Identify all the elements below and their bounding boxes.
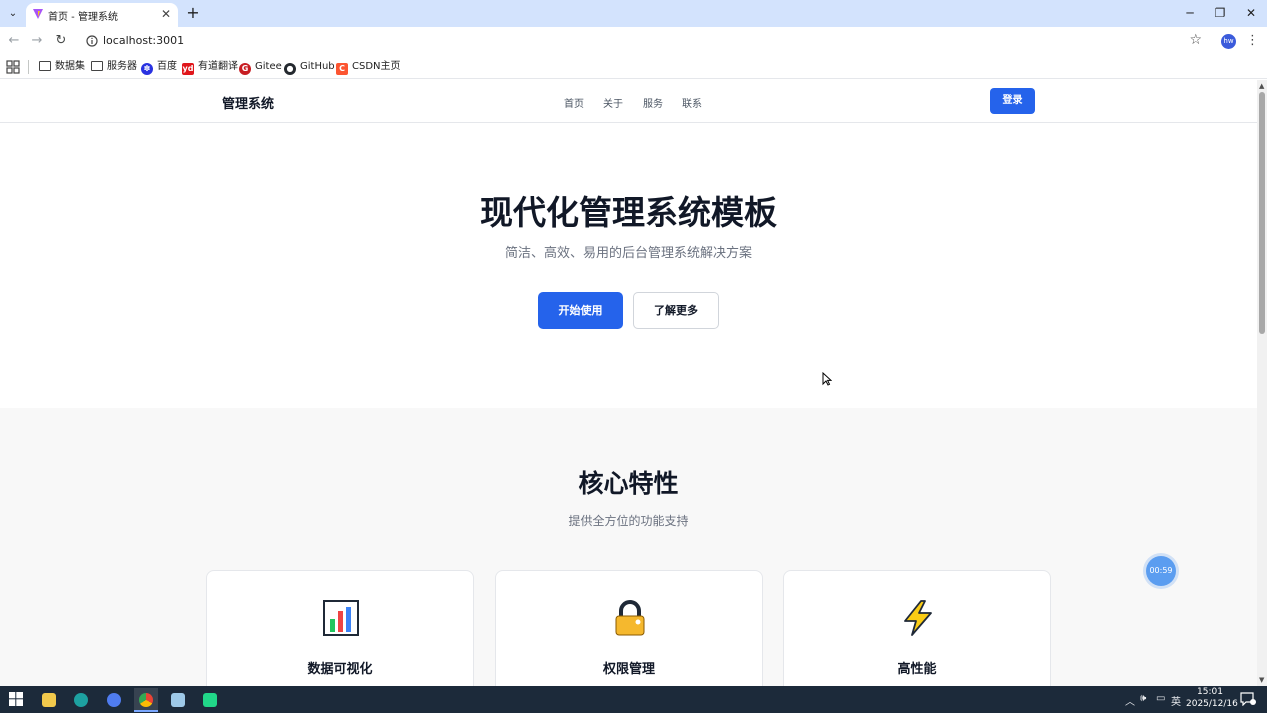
site-header: 管理系统 首页 关于 服务 联系 登录 [0, 80, 1257, 123]
folder-icon [39, 61, 51, 71]
bookmark-label: 百度 [157, 61, 177, 72]
nav-link-home[interactable]: 首页 [564, 95, 584, 110]
volume-icon[interactable]: 🕪 [1140, 693, 1146, 704]
site-info-icon[interactable] [86, 35, 98, 47]
feature-card-title: 高性能 [897, 662, 937, 677]
github-icon: ● [284, 63, 296, 75]
nav-link-contact[interactable]: 联系 [682, 95, 702, 110]
feature-card-performance: 高性能 [783, 570, 1051, 686]
tab-title: 首页 - 管理系统 [48, 12, 118, 23]
folder-icon [91, 61, 103, 71]
network-icon[interactable]: ▭ [1156, 693, 1165, 704]
timer-badge[interactable]: 00:59 [1146, 556, 1176, 586]
learn-more-button[interactable]: 了解更多 [633, 292, 719, 329]
edge-icon [74, 693, 88, 707]
taskbar-app[interactable] [166, 688, 190, 712]
windows-start-icon[interactable] [9, 692, 23, 706]
address-bar[interactable]: localhost:3001 ☆ [78, 29, 1210, 53]
window-restore-icon[interactable]: ❐ [1210, 4, 1230, 22]
bookmark-item[interactable]: yd 有道翻译 [182, 59, 238, 75]
bookmark-item[interactable]: C CSDN主页 [336, 59, 401, 75]
bookmark-label: 服务器 [107, 61, 137, 72]
browser-toolbar: ← → ↻ localhost:3001 ☆ [0, 27, 1267, 55]
features-title: 核心特性 [578, 469, 679, 498]
tab-close-icon[interactable]: ✕ [158, 6, 174, 22]
browser-tab-active[interactable]: 首页 - 管理系统 ✕ [26, 3, 178, 27]
bookmarks-bar: 数据集 服务器 ✽ 百度 yd 有道翻译 G Gitee ● GitHub C CSDN主… [0, 55, 1267, 79]
bookmark-item[interactable]: ✽ 百度 [141, 59, 177, 75]
bookmark-star-icon[interactable]: ☆ [1189, 32, 1202, 48]
feature-card-title: 数据可视化 [307, 662, 373, 677]
feature-card-title: 权限管理 [602, 662, 655, 677]
features-section: 核心特性 提供全方位的功能支持 数据可视化 权限管理 高性能 [0, 408, 1257, 686]
browser-tab-bar: ⌄ 首页 - 管理系统 ✕ + ─ ❐ ✕ [0, 0, 1267, 27]
web-page: 管理系统 首页 关于 服务 联系 登录 现代化管理系统模板 简洁、高效、易用的后… [0, 80, 1257, 686]
tray-chevron-icon[interactable]: ︿ [1125, 693, 1135, 708]
login-button[interactable]: 登录 [990, 88, 1035, 114]
baidu-icon: ✽ [141, 63, 153, 75]
notification-icon[interactable] [1240, 692, 1256, 706]
scroll-down-arrow-icon[interactable]: ▼ [1259, 676, 1264, 684]
bookmark-label: 数据集 [55, 61, 85, 72]
features-subtitle: 提供全方位的功能支持 [568, 514, 689, 528]
get-started-button[interactable]: 开始使用 [538, 292, 623, 329]
window-minimize-icon[interactable]: ─ [1180, 4, 1200, 22]
hero-subtitle: 简洁、高效、易用的后台管理系统解决方案 [504, 246, 752, 261]
reload-icon[interactable]: ↻ [52, 32, 70, 50]
forward-arrow-icon[interactable]: → [28, 32, 46, 50]
window-close-icon[interactable]: ✕ [1241, 4, 1261, 22]
bookmark-item[interactable]: ● GitHub [284, 59, 335, 75]
feature-card-permissions: 权限管理 [495, 570, 763, 686]
taskbar-pycharm[interactable] [198, 688, 222, 712]
back-arrow-icon[interactable]: ← [5, 32, 23, 50]
taskbar-file-explorer[interactable] [37, 688, 61, 712]
bookmark-item[interactable]: 数据集 [39, 59, 85, 75]
hero-title: 现代化管理系统模板 [480, 193, 777, 232]
chrome-icon [139, 693, 153, 707]
nav-link-about[interactable]: 关于 [603, 95, 623, 110]
site-brand[interactable]: 管理系统 [222, 93, 274, 112]
youdao-icon: yd [182, 63, 194, 75]
apps-grid-icon[interactable] [6, 60, 20, 74]
tab-search-chevron-icon[interactable]: ⌄ [4, 5, 22, 23]
ime-indicator[interactable]: 英 [1171, 693, 1181, 708]
clock-date[interactable]: 2025/12/16 [1186, 699, 1238, 709]
app-icon [107, 693, 121, 707]
mouse-cursor-icon [822, 372, 832, 386]
browser-menu-icon[interactable]: ⋮ [1246, 33, 1259, 49]
windows-taskbar: ︿ 🕪 ▭ 英 15:01 2025/12/16 [0, 686, 1267, 713]
taskbar-edge[interactable] [69, 688, 93, 712]
vite-favicon-icon [33, 9, 43, 19]
bookmark-label: GitHub [300, 61, 335, 72]
bookmark-label: CSDN主页 [352, 61, 401, 72]
lock-icon [615, 600, 645, 636]
scroll-up-arrow-icon[interactable]: ▲ [1259, 82, 1264, 90]
lightning-icon [904, 600, 932, 636]
feature-card-data-viz: 数据可视化 [206, 570, 474, 686]
bookmark-item[interactable]: 服务器 [91, 59, 137, 75]
bookmark-item[interactable]: G Gitee [239, 59, 282, 75]
file-explorer-icon [42, 693, 56, 707]
profile-avatar[interactable]: hw [1221, 34, 1236, 49]
bar-chart-icon [323, 600, 359, 636]
hero-section: 现代化管理系统模板 简洁、高效、易用的后台管理系统解决方案 开始使用 了解更多 [0, 124, 1257, 408]
taskbar-chrome[interactable] [134, 688, 158, 712]
taskbar-app[interactable] [102, 688, 126, 712]
pycharm-icon [203, 693, 217, 707]
new-tab-plus-icon[interactable]: + [184, 4, 202, 22]
bookmarks-separator [28, 60, 29, 74]
scrollbar-thumb[interactable] [1259, 92, 1265, 334]
url-text: localhost:3001 [103, 34, 185, 47]
nav-link-services[interactable]: 服务 [643, 95, 663, 110]
gitee-icon: G [239, 63, 251, 75]
app-icon [171, 693, 185, 707]
csdn-icon: C [336, 63, 348, 75]
clock-time[interactable]: 15:01 [1197, 687, 1223, 697]
bookmark-label: Gitee [255, 61, 282, 72]
bookmark-label: 有道翻译 [198, 61, 238, 72]
